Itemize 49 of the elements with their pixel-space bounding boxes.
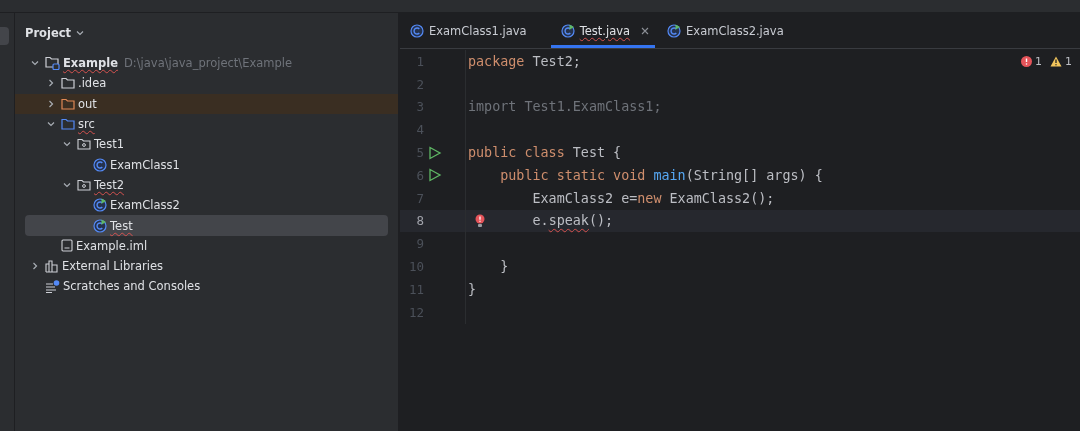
runnable-class-icon	[667, 23, 682, 38]
class-icon	[93, 157, 107, 172]
item-label: out	[78, 96, 97, 111]
item-label: .idea	[78, 76, 107, 91]
code-line: import Test1.ExamClass1;	[467, 99, 662, 115]
library-icon	[45, 259, 59, 273]
error-count[interactable]: 1	[1021, 55, 1042, 68]
run-icon[interactable]	[428, 145, 442, 160]
editor-tab[interactable]: ExamClass1.java	[408, 13, 537, 48]
editor-tab[interactable]: ExamClass2.java	[665, 13, 794, 48]
chevron-right-icon[interactable]	[46, 98, 56, 109]
warning-count[interactable]: 1	[1050, 55, 1072, 68]
item-label: External Libraries	[62, 259, 164, 274]
item-label: ExamClass2	[110, 198, 180, 213]
path-hint: D:\java\java_project\Example	[124, 56, 293, 71]
folder-icon	[61, 118, 75, 131]
item-label: Example	[63, 56, 118, 71]
class-icon	[410, 23, 424, 38]
chevron-right-icon[interactable]	[30, 261, 40, 272]
code-line: ExamClass2 e=new ExamClass2();	[531, 190, 775, 206]
code-line: }	[499, 259, 509, 275]
item-label: Test1	[94, 137, 124, 152]
item-label: Scratches and Consoles	[63, 279, 201, 294]
folder-icon	[61, 97, 75, 110]
code-line: package Test2;	[467, 53, 581, 69]
package-icon	[77, 178, 91, 191]
runnable-class-icon	[93, 198, 107, 213]
run-icon[interactable]	[428, 168, 442, 183]
item-label: Test	[110, 218, 133, 233]
package-icon	[77, 138, 91, 151]
item-label: Example.iml	[76, 238, 148, 253]
file-icon	[61, 239, 73, 253]
code-line: e.speak();	[531, 213, 614, 229]
item-label: ExamClass1	[110, 157, 180, 172]
scratches-icon	[45, 279, 60, 293]
code-line: public static void main(String[] args) {	[499, 167, 823, 183]
folder-icon	[61, 77, 75, 90]
line-number: 8	[415, 213, 424, 229]
chevron-down-icon[interactable]	[75, 28, 86, 38]
error-bulb-icon[interactable]	[474, 213, 486, 228]
runnable-class-icon	[560, 23, 575, 38]
runnable-class-icon	[93, 218, 107, 233]
item-label: src	[78, 117, 95, 132]
code-line: }	[467, 281, 477, 297]
code-line: public class Test {	[467, 145, 622, 161]
panel-title[interactable]: Project	[25, 26, 72, 40]
chevron-right-icon[interactable]	[46, 78, 56, 89]
project-folder-icon	[45, 56, 60, 71]
item-label: Test2	[94, 177, 124, 192]
